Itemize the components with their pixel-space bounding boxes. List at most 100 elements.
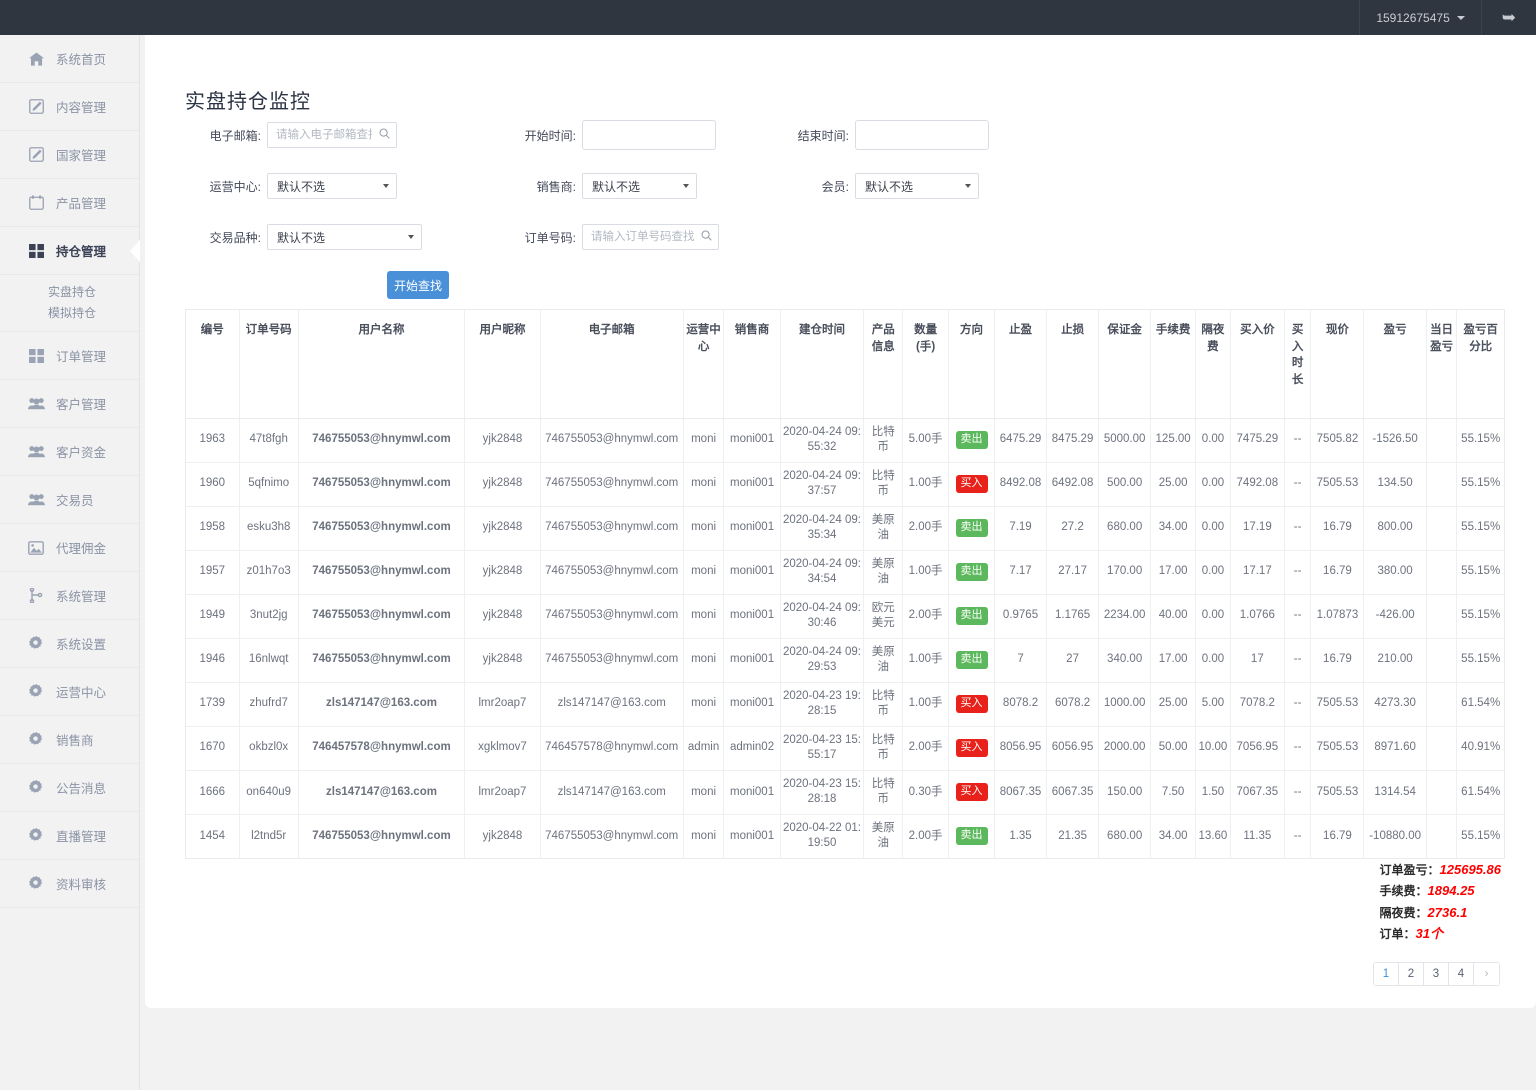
sidebar-item-live-mgmt[interactable]: 直播管理 — [0, 812, 139, 860]
cell-id: 1666 — [186, 770, 239, 814]
cell-open-time: 2020-04-24 09:37:57 — [780, 462, 864, 506]
cell-margin: 340.00 — [1099, 638, 1151, 682]
sidebar-item-system-settings[interactable]: 系统设置 — [0, 620, 139, 668]
cell-margin: 150.00 — [1099, 770, 1151, 814]
cell-buy-price: 17 — [1230, 638, 1284, 682]
pagination-next-button[interactable]: › — [1474, 963, 1499, 985]
pagination-page-3[interactable]: 3 — [1424, 963, 1449, 985]
sidebar-item-label: 代理佣金 — [56, 538, 106, 557]
sidebar-item-position[interactable]: 持仓管理 — [0, 227, 139, 275]
table-row[interactable]: 19605qfnimo746755053@hnymwl.comyjk284874… — [186, 462, 1504, 506]
cell-take-profit: 1.35 — [994, 814, 1046, 858]
account-menu[interactable]: 15912675475 — [1359, 0, 1480, 35]
th-center: 运营中心 — [683, 310, 724, 418]
cell-user[interactable]: zls147147@163.com — [298, 770, 464, 814]
cell-hold-time: -- — [1284, 726, 1311, 770]
cell-qty: 2.00手 — [903, 506, 949, 550]
th-qty: 数量(手) — [903, 310, 949, 418]
cell-user[interactable]: 746755053@hnymwl.com — [298, 814, 464, 858]
sidebar-item-country[interactable]: 国家管理 — [0, 131, 139, 179]
product-type-select[interactable]: 默认不选 — [267, 224, 422, 250]
table-row[interactable]: 1739zhufrd7zls147147@163.comlmr2oap7zls1… — [186, 682, 1504, 726]
sidebar-item-product[interactable]: 产品管理 — [0, 179, 139, 227]
cell-pnl-pct: 61.54% — [1457, 682, 1504, 726]
table-row[interactable]: 1957z01h7o3746755053@hnymwl.comyjk284874… — [186, 550, 1504, 594]
pagination-page-4[interactable]: 4 — [1449, 963, 1474, 985]
cell-stop-loss: 21.35 — [1047, 814, 1099, 858]
table-row[interactable]: 1666on640u9zls147147@163.comlmr2oap7zls1… — [186, 770, 1504, 814]
table-row[interactable]: 1958esku3h8746755053@hnymwl.comyjk284874… — [186, 506, 1504, 550]
cell-user[interactable]: 746755053@hnymwl.com — [298, 506, 464, 550]
sidebar-item-trader[interactable]: 交易员 — [0, 476, 139, 524]
email-search-input[interactable] — [267, 122, 397, 148]
start-time-input[interactable] — [582, 120, 716, 150]
users-icon — [26, 396, 46, 412]
order-no-search-input[interactable] — [582, 224, 719, 250]
pagination-page-2[interactable]: 2 — [1399, 963, 1424, 985]
cell-user[interactable]: 746755053@hnymwl.com — [298, 462, 464, 506]
table-row[interactable]: 196347t8fgh746755053@hnymwl.comyjk284874… — [186, 418, 1504, 462]
sidebar-item-label: 内容管理 — [56, 97, 106, 116]
sidebar-item-content[interactable]: 内容管理 — [0, 83, 139, 131]
cell-user[interactable]: 746755053@hnymwl.com — [298, 418, 464, 462]
cell-id: 1946 — [186, 638, 239, 682]
sidebar-item-order[interactable]: 订单管理 — [0, 332, 139, 380]
sidebar-item-data-review[interactable]: 资料审核 — [0, 860, 139, 908]
direction-badge: 买入 — [956, 475, 988, 493]
cell-product: 比特币 — [864, 770, 903, 814]
positions-table-wrapper: 编号 订单号码 用户名称 用户昵称 电子邮箱 运营中心 销售商 建仓时间 产品信… — [185, 309, 1505, 859]
table-row[interactable]: 1454l2tnd5r746755053@hnymwl.comyjk284874… — [186, 814, 1504, 858]
member-select[interactable]: 默认不选 — [855, 173, 979, 199]
cell-email: 746755053@hnymwl.com — [540, 594, 683, 638]
cell-day-pnl — [1426, 770, 1457, 814]
sidebar-subitem-sim-position[interactable]: 模拟持仓 — [0, 302, 139, 323]
sidebar-item-customer[interactable]: 客户管理 — [0, 380, 139, 428]
sidebar-item-label: 直播管理 — [56, 826, 106, 845]
cell-order-no: z01h7o3 — [239, 550, 298, 594]
sidebar-item-agent-commission[interactable]: 代理佣金 — [0, 524, 139, 572]
summary-pnl-label: 订单盈亏： — [1380, 863, 1440, 877]
cell-pnl-pct: 55.15% — [1457, 594, 1504, 638]
sidebar-item-home[interactable]: 系统首页 — [0, 35, 139, 83]
sidebar-item-label: 资料审核 — [56, 874, 106, 893]
cell-user[interactable]: 746755053@hnymwl.com — [298, 638, 464, 682]
email-filter-label: 电子邮箱: — [185, 127, 261, 144]
table-row[interactable]: 194616nlwqt746755053@hnymwl.comyjk284874… — [186, 638, 1504, 682]
sidebar-item-system-mgmt[interactable]: 系统管理 — [0, 572, 139, 620]
cell-center: moni — [683, 638, 724, 682]
cell-user[interactable]: zls147147@163.com — [298, 682, 464, 726]
order-no-label: 订单号码: — [510, 229, 576, 246]
cell-center: moni — [683, 550, 724, 594]
cell-product: 比特币 — [864, 462, 903, 506]
th-id: 编号 — [186, 310, 239, 418]
cell-fee: 17.00 — [1151, 550, 1196, 594]
cell-user[interactable]: 746457578@hnymwl.com — [298, 726, 464, 770]
main-area: 实盘持仓监控 电子邮箱: 开始时间: — [140, 35, 1536, 1090]
table-row[interactable]: 19493nut2jg746755053@hnymwl.comyjk284874… — [186, 594, 1504, 638]
cell-buy-price: 7067.35 — [1230, 770, 1284, 814]
product-type-value: 默认不选 — [277, 229, 325, 246]
cell-user[interactable]: 746755053@hnymwl.com — [298, 550, 464, 594]
cell-id: 1949 — [186, 594, 239, 638]
sidebar-subitem-real-position[interactable]: 实盘持仓 — [0, 281, 139, 302]
end-time-input[interactable] — [855, 120, 989, 150]
cell-order-no: 47t8fgh — [239, 418, 298, 462]
table-row[interactable]: 1670okbzl0x746457578@hnymwl.comxgklmov77… — [186, 726, 1504, 770]
cell-cur-price: 1.07873 — [1311, 594, 1364, 638]
start-search-button[interactable]: 开始查找 — [387, 271, 449, 299]
operation-center-select[interactable]: 默认不选 — [267, 173, 397, 199]
sidebar-item-announcement[interactable]: 公告消息 — [0, 764, 139, 812]
cell-buy-price: 7492.08 — [1230, 462, 1284, 506]
logout-button[interactable]: ➥ — [1481, 0, 1536, 35]
cell-take-profit: 8067.35 — [994, 770, 1046, 814]
pagination-page-1[interactable]: 1 — [1374, 963, 1399, 985]
cell-direction: 买入 — [949, 726, 995, 770]
sidebar-item-customer-funds[interactable]: 客户资金 — [0, 428, 139, 476]
cell-margin: 2000.00 — [1099, 726, 1151, 770]
cell-user[interactable]: 746755053@hnymwl.com — [298, 594, 464, 638]
sidebar-item-operation-center[interactable]: 运营中心 — [0, 668, 139, 716]
table-header-row: 编号 订单号码 用户名称 用户昵称 电子邮箱 运营中心 销售商 建仓时间 产品信… — [186, 310, 1504, 418]
seller-select[interactable]: 默认不选 — [582, 173, 697, 199]
summary-fee-value: 1894.25 — [1428, 883, 1475, 898]
sidebar-item-seller[interactable]: 销售商 — [0, 716, 139, 764]
